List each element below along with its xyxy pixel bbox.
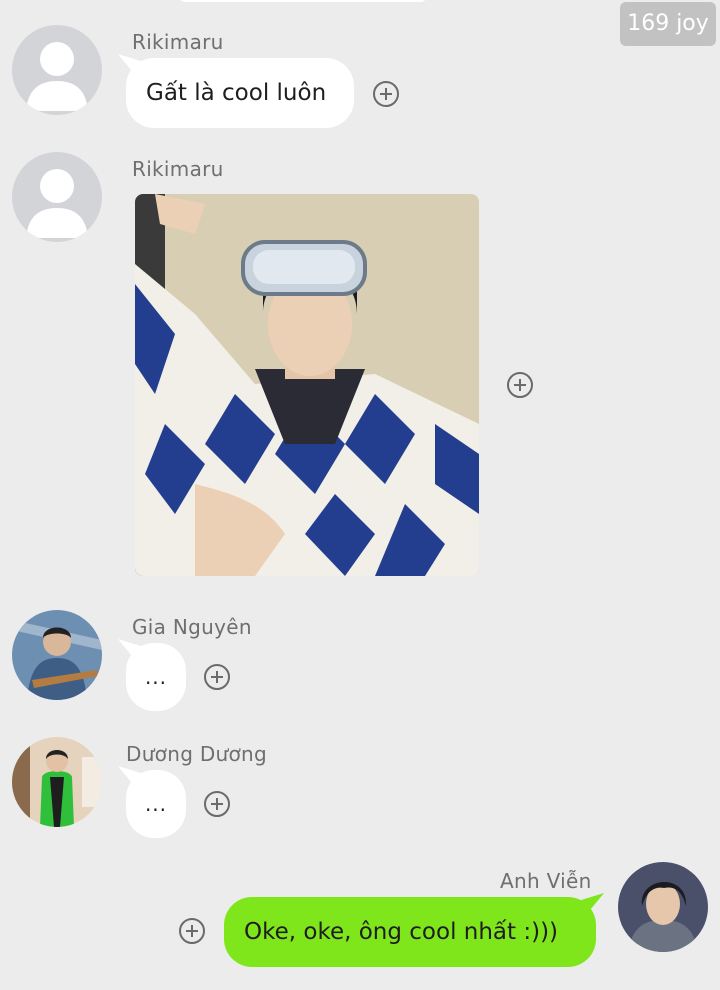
plus-circle-icon[interactable] bbox=[203, 790, 231, 818]
message-text: ... bbox=[144, 792, 168, 816]
plus-circle-icon[interactable] bbox=[203, 663, 231, 691]
message-bubble[interactable]: ... bbox=[118, 766, 186, 838]
message-bubble[interactable]: Gất là cool luôn bbox=[118, 54, 354, 128]
user-avatar-gia-nguyen[interactable] bbox=[12, 610, 102, 700]
sender-name: Anh Viễn bbox=[500, 869, 592, 893]
sender-name: Rikimaru bbox=[132, 157, 224, 181]
bubble-tail bbox=[118, 639, 144, 661]
message-bubble[interactable]: ... bbox=[118, 639, 186, 711]
sender-name: Gia Nguyên bbox=[132, 615, 252, 639]
watermark: 169 joy bbox=[620, 2, 716, 46]
user-avatar-anh-vien[interactable] bbox=[618, 862, 708, 952]
bubble-tail bbox=[578, 893, 604, 915]
plus-circle-icon[interactable] bbox=[372, 80, 400, 108]
default-avatar-icon[interactable] bbox=[12, 25, 102, 115]
sender-name: Rikimaru bbox=[132, 30, 224, 54]
previous-message-edge bbox=[178, 0, 428, 2]
plus-circle-icon[interactable] bbox=[506, 371, 534, 399]
sender-name: Dương Dương bbox=[126, 742, 268, 766]
user-avatar-duong-duong[interactable] bbox=[12, 737, 102, 827]
message-text: Gất là cool luôn bbox=[146, 80, 327, 106]
plus-circle-icon[interactable] bbox=[178, 917, 206, 945]
message-text: Oke, oke, ông cool nhất :))) bbox=[244, 919, 559, 945]
bubble-tail bbox=[118, 766, 144, 788]
bubble-tail bbox=[118, 54, 144, 76]
message-bubble-outgoing[interactable]: Oke, oke, ông cool nhất :))) bbox=[224, 893, 604, 967]
message-text: ... bbox=[144, 665, 168, 689]
shared-photo[interactable] bbox=[135, 194, 479, 576]
default-avatar-icon[interactable] bbox=[12, 152, 102, 242]
